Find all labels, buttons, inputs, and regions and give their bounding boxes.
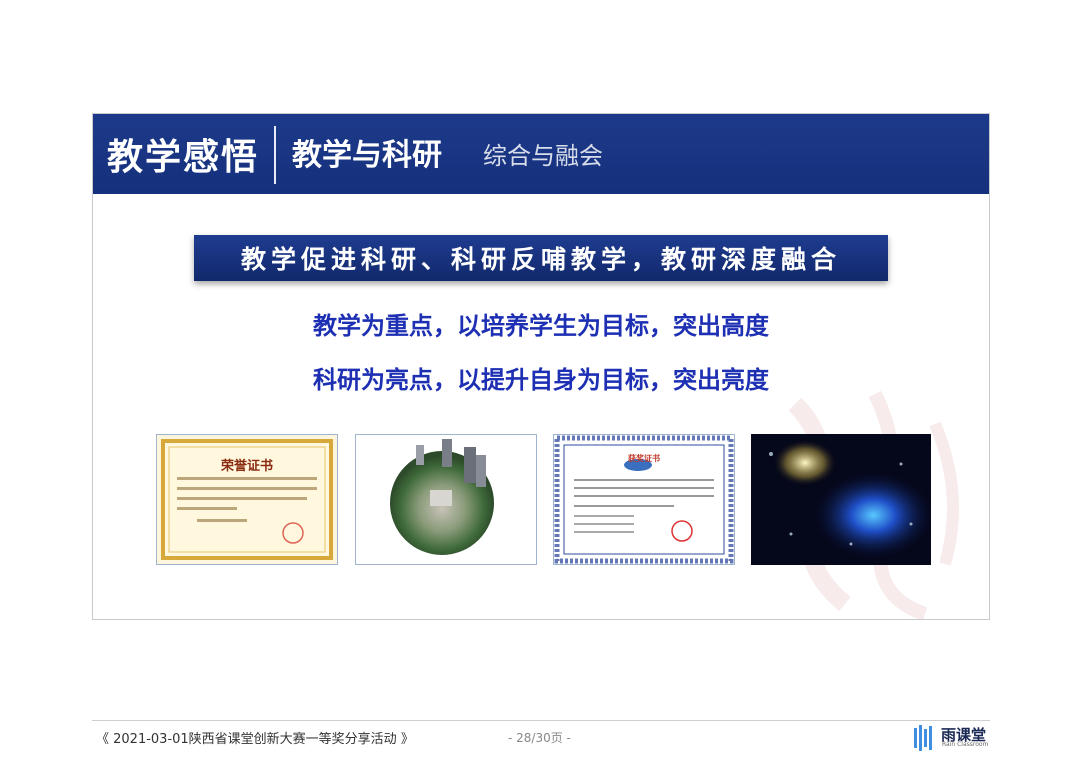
slide-canvas: 教学感悟 教学与科研 综合与融会 教学促进科研、科研反哺教学，教研深度融合 教学…	[92, 113, 990, 620]
rain-classroom-logo: 雨课堂 Rain Classroom	[913, 724, 991, 752]
photo-graphic	[751, 434, 931, 565]
rain-classroom-icon	[914, 725, 932, 751]
banner: 教学促进科研、科研反哺教学，教研深度融合	[194, 235, 888, 281]
text-line-teaching: 教学为重点，以培养学生为目标，突出高度	[313, 312, 769, 340]
tiny-planet-photo	[355, 434, 537, 565]
text-line-research: 科研为亮点，以提升自身为目标，突出亮度	[313, 366, 769, 394]
honor-certificate-image: 荣誉证书	[156, 434, 338, 565]
slide-header: 教学感悟 教学与科研 综合与融会	[93, 114, 989, 194]
page-indicator: - 28/30页 -	[508, 731, 571, 745]
logo-subtitle: Rain Classroom	[942, 741, 989, 748]
page: 教学感悟 教学与科研 综合与融会 教学促进科研、科研反哺教学，教研深度融合 教学…	[0, 0, 1080, 763]
slide-title: 教学感悟	[107, 137, 260, 178]
award-certificate-image: 获奖证书	[553, 434, 735, 565]
certificate-title: 获奖证书	[628, 454, 660, 463]
slide-subtitle-secondary: 综合与融会	[483, 142, 603, 170]
lab-light-photo	[751, 434, 931, 565]
planet-graphic	[390, 439, 494, 555]
certificate-title: 荣誉证书	[220, 459, 273, 474]
event-title: 《 2021-03-01陕西省课堂创新大赛一等奖分享活动 》	[96, 732, 414, 747]
slide-subtitle: 教学与科研	[292, 138, 442, 173]
footer-divider	[92, 720, 990, 721]
header-divider	[274, 126, 276, 184]
